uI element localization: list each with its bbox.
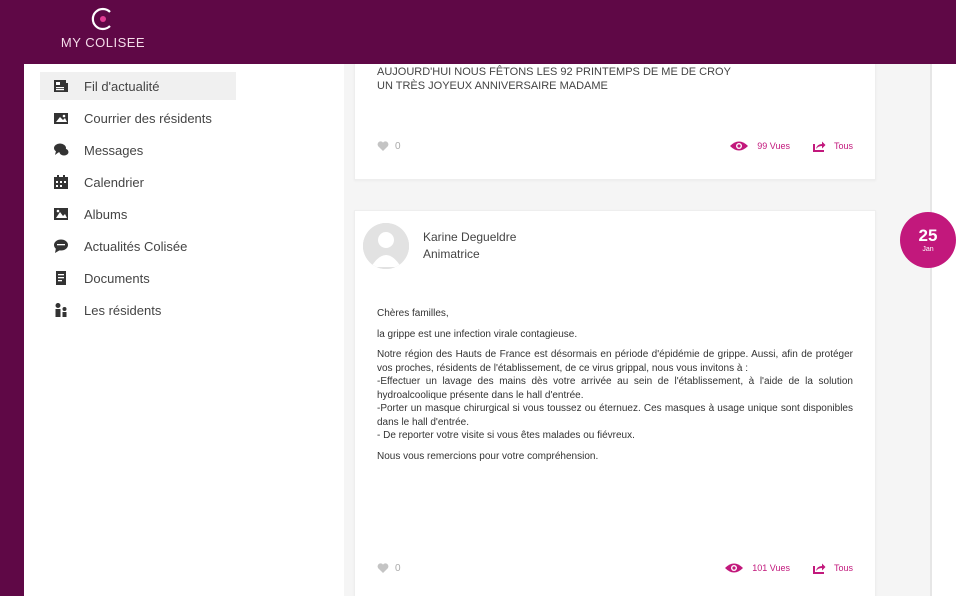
sidebar-item-label: Messages: [84, 142, 144, 158]
post-paragraph: -Effectuer un lavage des mains dès votre…: [377, 376, 853, 401]
news-feed: AUJOURD'HUI NOUS FÊTONS LES 92 PRINTEMPS…: [344, 64, 930, 596]
sidebar: Fil d'actualité Courrier des résidents M…: [24, 64, 344, 596]
post-line: AUJOURD'HUI NOUS FÊTONS LES 92 PRINTEMPS…: [377, 66, 731, 78]
post-paragraph: Notre région des Hauts de France est dés…: [377, 349, 853, 374]
timeline-date-badge: 25 Jan: [900, 212, 956, 268]
post-paragraph: Nous vous remercions pour votre compréhe…: [377, 450, 599, 462]
views-counter[interactable]: 99 Vues: [729, 140, 790, 152]
calendar-icon: [52, 173, 70, 191]
sidebar-item-label: Actualités Colisée: [84, 238, 188, 254]
like-count: 0: [395, 140, 401, 152]
sidebar-item-actualites-colisee[interactable]: Actualités Colisée: [40, 232, 236, 260]
post-text: AUJOURD'HUI NOUS FÊTONS LES 92 PRINTEMPS…: [377, 65, 731, 93]
sidebar-item-fil-actualite[interactable]: Fil d'actualité: [40, 72, 236, 100]
colisee-logo-icon: [91, 7, 111, 31]
like-button[interactable]: 0: [377, 140, 401, 152]
speech-bubble-icon: [52, 237, 70, 255]
views-counter[interactable]: 101 Vues: [724, 562, 790, 574]
like-count: 0: [395, 562, 401, 574]
sidebar-item-residents[interactable]: Les résidents: [40, 296, 236, 324]
picture-icon: [52, 205, 70, 223]
date-day: 25: [918, 225, 938, 245]
post-card: AUJOURD'HUI NOUS FÊTONS LES 92 PRINTEMPS…: [354, 64, 876, 180]
eye-icon: [725, 563, 744, 573]
timeline-line: [930, 64, 932, 596]
people-icon: [52, 301, 70, 319]
sidebar-item-courrier[interactable]: Courrier des résidents: [40, 104, 236, 132]
like-button[interactable]: 0: [377, 562, 401, 574]
share-icon: [812, 563, 826, 574]
sidebar-item-calendrier[interactable]: Calendrier: [40, 168, 236, 196]
heart-icon: [377, 563, 389, 573]
date-month: Jan: [922, 245, 934, 253]
post-stats: 0 101 Vues Tous: [377, 559, 853, 577]
post-paragraph: la grippe est une infection virale conta…: [377, 328, 578, 340]
share-icon: [812, 141, 826, 152]
mail-image-icon: [52, 109, 70, 127]
share-button[interactable]: Tous: [812, 140, 853, 152]
post-line: UN TRÈS JOYEUX ANNIVERSAIRE MADAME: [377, 80, 608, 92]
sidebar-item-label: Courrier des résidents: [84, 110, 212, 126]
share-audience: Tous: [833, 563, 853, 573]
post-stats: 0 99 Vues Tous: [377, 137, 853, 155]
sidebar-item-albums[interactable]: Albums: [40, 200, 236, 228]
post-paragraph: -Porter un masque chirurgical si vous to…: [377, 403, 853, 428]
user-placeholder-icon: [363, 223, 409, 269]
post-body: Chères familles, la grippe est une infec…: [377, 307, 853, 470]
views-count: 99 Vues: [757, 141, 790, 151]
sidebar-item-label: Fil d'actualité: [84, 78, 160, 94]
app-content: Fil d'actualité Courrier des résidents M…: [24, 64, 956, 596]
brand-name: MY COLISEE: [60, 35, 146, 50]
chat-bubbles-icon: [52, 141, 70, 159]
eye-icon: [730, 141, 749, 151]
sidebar-item-messages[interactable]: Messages: [40, 136, 236, 164]
newspaper-icon: [52, 77, 70, 95]
share-audience: Tous: [833, 141, 853, 151]
top-header: MY COLISEE: [0, 0, 956, 64]
document-icon: [52, 269, 70, 287]
sidebar-item-label: Les résidents: [84, 302, 162, 318]
sidebar-item-documents[interactable]: Documents: [40, 264, 236, 292]
post-paragraph: Chères familles,: [377, 308, 449, 319]
author-role: Animatrice: [423, 247, 480, 261]
post-card: Karine Degueldre Animatrice Chères famil…: [354, 210, 876, 596]
post-author: Karine Degueldre Animatrice: [363, 223, 516, 269]
author-info: Karine Degueldre Animatrice: [423, 229, 516, 263]
sidebar-item-label: Albums: [84, 206, 128, 222]
sidebar-item-label: Documents: [84, 270, 150, 286]
brand-logo[interactable]: MY COLISEE: [60, 6, 146, 62]
avatar[interactable]: [363, 223, 409, 269]
heart-icon: [377, 141, 389, 151]
author-name[interactable]: Karine Degueldre: [423, 229, 516, 246]
post-paragraph: - De reporter votre visite si vous êtes …: [377, 430, 635, 441]
share-button[interactable]: Tous: [812, 562, 853, 574]
views-count: 101 Vues: [752, 563, 790, 573]
sidebar-item-label: Calendrier: [84, 174, 144, 190]
